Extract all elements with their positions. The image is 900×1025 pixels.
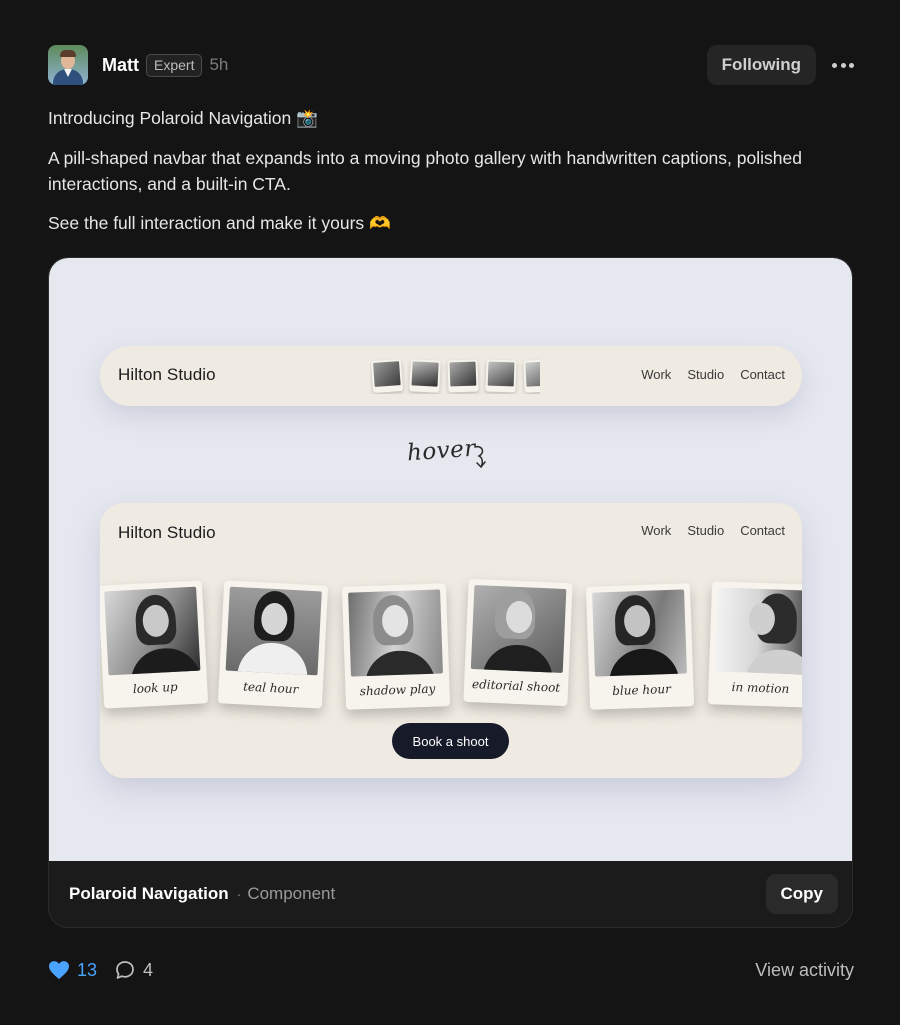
navbar-links: Work Studio Contact bbox=[641, 523, 785, 538]
curved-arrow-icon bbox=[474, 445, 486, 468]
polaroid-card[interactable]: editorial shoot bbox=[463, 578, 573, 707]
more-horizontal-icon[interactable] bbox=[832, 55, 854, 75]
polaroid-caption: teal hour bbox=[242, 679, 299, 697]
polaroid-photo bbox=[348, 589, 443, 677]
thumbnail-photo bbox=[370, 358, 404, 394]
nav-link-work[interactable]: Work bbox=[641, 367, 671, 382]
polaroid-photo bbox=[592, 589, 687, 677]
polaroid-photo bbox=[104, 586, 201, 676]
nav-link-contact[interactable]: Contact bbox=[740, 367, 785, 382]
polaroid-caption: blue hour bbox=[611, 681, 672, 698]
nav-link-studio[interactable]: Studio bbox=[687, 523, 724, 538]
nav-link-contact[interactable]: Contact bbox=[740, 523, 785, 538]
polaroid-caption: in motion bbox=[731, 679, 790, 696]
hover-annotation: hover bbox=[406, 435, 477, 467]
polaroid-caption: shadow play bbox=[359, 681, 436, 699]
polaroid-card[interactable]: blue hour bbox=[585, 583, 695, 710]
polaroid-caption: look up bbox=[132, 679, 179, 697]
thumbnail-photo bbox=[523, 359, 540, 393]
component-preview[interactable]: Hilton Studio Work Studio Contact hover … bbox=[49, 258, 852, 861]
comment-count: 4 bbox=[143, 959, 154, 980]
heart-icon bbox=[49, 961, 69, 980]
polaroid-card[interactable]: shadow play bbox=[341, 583, 451, 710]
like-button[interactable]: 13 bbox=[48, 960, 97, 981]
avatar[interactable] bbox=[48, 45, 88, 85]
view-activity-link[interactable]: View activity bbox=[755, 960, 854, 981]
author-name[interactable]: Matt bbox=[102, 55, 139, 76]
nav-link-work[interactable]: Work bbox=[641, 523, 671, 538]
post-call-to-action: See the full interaction and make it you… bbox=[48, 213, 391, 233]
post-title: Introducing Polaroid Navigation 📸 bbox=[48, 108, 318, 128]
comment-button[interactable]: 4 bbox=[115, 960, 153, 981]
expanded-navbar[interactable]: Hilton Studio Work Studio Contact look u… bbox=[100, 503, 802, 778]
thumbnail-photo bbox=[447, 359, 479, 393]
polaroid-photo bbox=[715, 587, 802, 675]
polaroid-card[interactable]: teal hour bbox=[217, 580, 329, 709]
post-description: A pill-shaped navbar that expands into a… bbox=[48, 148, 802, 194]
polaroid-caption: editorial shoot bbox=[471, 677, 561, 695]
card-footer: Polaroid Navigation · Component Copy bbox=[49, 861, 852, 927]
navbar-brand[interactable]: Hilton Studio bbox=[118, 523, 216, 543]
separator: · bbox=[236, 886, 242, 902]
thumbnail-photo bbox=[485, 359, 517, 393]
comment-icon bbox=[116, 961, 134, 979]
polaroid-card[interactable]: look up bbox=[100, 580, 209, 709]
collapsed-navbar[interactable]: Hilton Studio Work Studio Contact bbox=[100, 346, 802, 406]
expert-badge: Expert bbox=[146, 53, 203, 77]
copy-button[interactable]: Copy bbox=[765, 874, 838, 914]
post-time: 5h bbox=[209, 55, 229, 74]
polaroid-photo bbox=[470, 585, 567, 673]
nav-link-studio[interactable]: Studio bbox=[687, 367, 724, 382]
book-a-shoot-button[interactable]: Book a shoot bbox=[392, 723, 509, 759]
component-type: Component bbox=[247, 884, 336, 903]
post-header: Matt Expert 5h Following bbox=[48, 44, 854, 86]
polaroid-card[interactable]: in motion bbox=[707, 581, 802, 708]
thumbnail-strip bbox=[370, 358, 540, 394]
like-count: 13 bbox=[77, 959, 98, 980]
thumbnail-photo bbox=[409, 359, 441, 393]
polaroid-photo bbox=[225, 586, 322, 676]
following-button[interactable]: Following bbox=[706, 45, 816, 85]
component-card[interactable]: Hilton Studio Work Studio Contact hover … bbox=[48, 257, 853, 928]
navbar-brand[interactable]: Hilton Studio bbox=[118, 365, 216, 385]
navbar-links: Work Studio Contact bbox=[641, 367, 785, 382]
reactions-bar: 13 4 View activity bbox=[48, 957, 854, 983]
component-name[interactable]: Polaroid Navigation bbox=[69, 884, 229, 904]
